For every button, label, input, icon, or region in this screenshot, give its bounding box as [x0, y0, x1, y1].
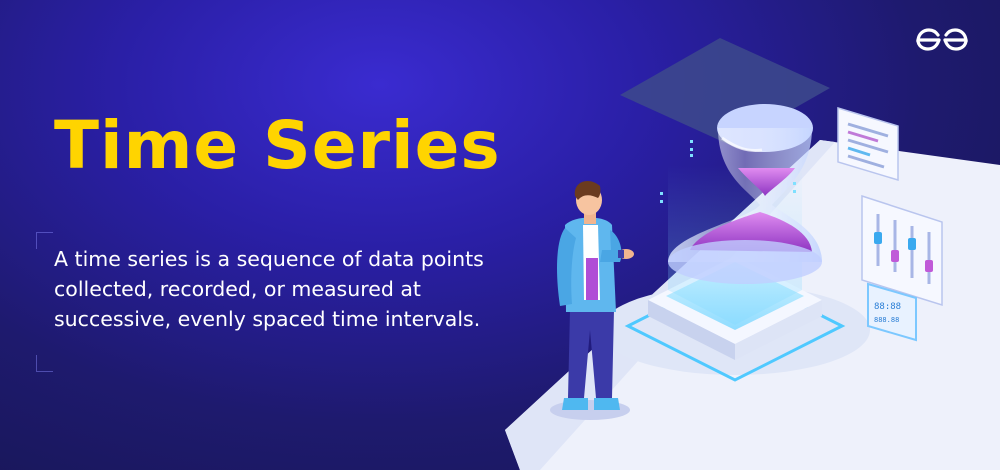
svg-text:88:88: 88:88: [874, 302, 901, 312]
frame-corner: [36, 232, 53, 249]
banner: 88:88 888.88 Time Series A time series i…: [0, 0, 1000, 470]
page-title: Time Series: [54, 107, 501, 184]
description-box: A time series is a sequence of data poin…: [36, 232, 546, 372]
svg-text:888.88: 888.88: [874, 316, 899, 324]
frame-corner: [36, 355, 53, 372]
description-text: A time series is a sequence of data poin…: [54, 247, 484, 331]
gfg-logo-icon[interactable]: [912, 24, 972, 54]
